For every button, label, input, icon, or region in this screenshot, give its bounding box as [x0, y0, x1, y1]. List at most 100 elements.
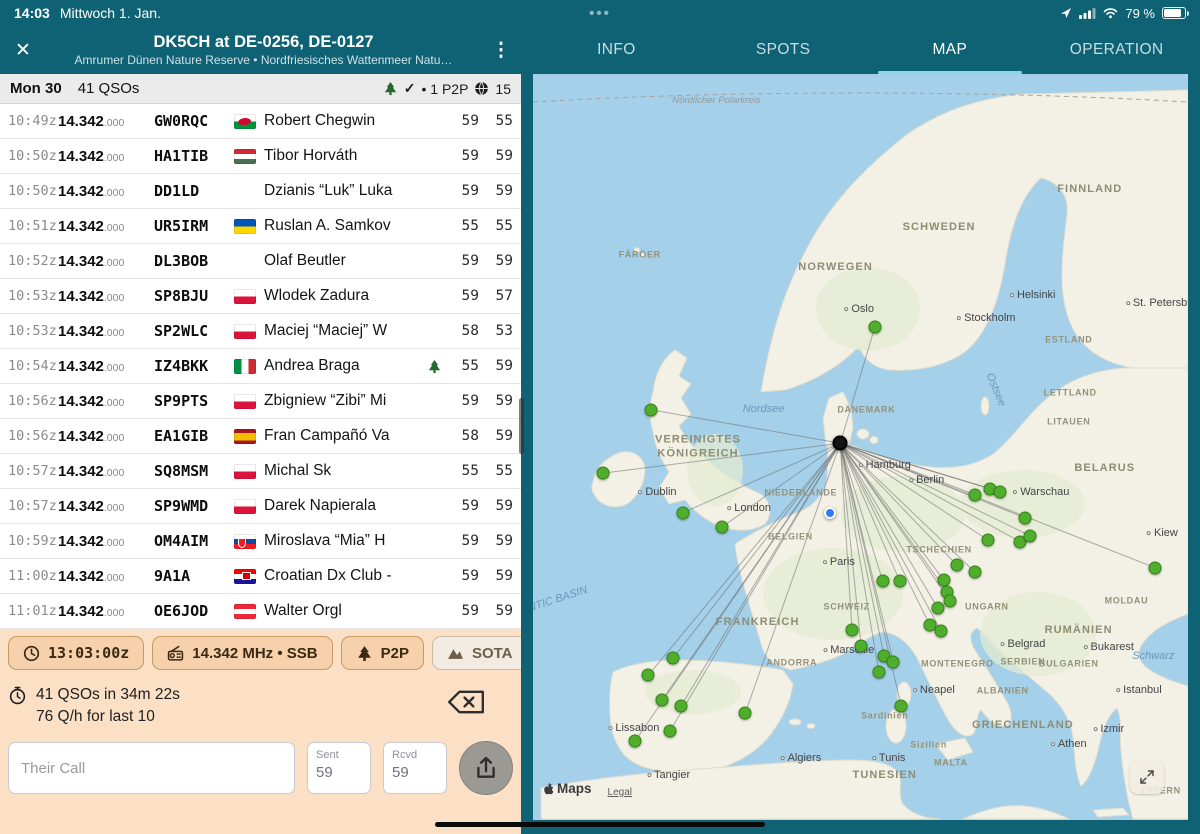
qso-time: 11:01z: [8, 603, 58, 619]
activation-origin-marker[interactable]: [833, 436, 848, 451]
sent-field[interactable]: Sent 59: [307, 742, 371, 794]
qso-marker[interactable]: [868, 320, 881, 333]
rcvd-field[interactable]: Rcvd 59: [383, 742, 447, 794]
home-indicator[interactable]: [435, 822, 765, 827]
qso-operator-name: Robert Chegwin: [264, 112, 427, 130]
rst-sent: 59: [447, 568, 479, 584]
rst-rcvd: 59: [479, 253, 513, 269]
legal-link[interactable]: Legal: [608, 787, 632, 798]
qso-marker[interactable]: [1018, 511, 1031, 524]
qso-marker[interactable]: [935, 625, 948, 638]
rst-sent: 59: [447, 148, 479, 164]
qso-marker[interactable]: [675, 699, 688, 712]
freq-mode-button[interactable]: 14.342 MHz • SSB: [152, 636, 332, 670]
tab-spots[interactable]: SPOTS: [700, 26, 867, 74]
qso-marker[interactable]: [656, 693, 669, 706]
qso-marker[interactable]: [895, 699, 908, 712]
dx-count: 15: [495, 81, 511, 97]
rst-sent: 55: [447, 218, 479, 234]
qso-marker[interactable]: [667, 652, 680, 665]
qso-marker[interactable]: [1149, 561, 1162, 574]
qso-marker[interactable]: [642, 669, 655, 682]
qso-operator-name: Croatian Dx Club -: [264, 567, 427, 585]
qso-row[interactable]: 10:56z 14.342.000 EA1GIB Fran Campañó Va…: [0, 419, 521, 454]
qso-callsign: DL3BOB: [154, 252, 234, 270]
backspace-button[interactable]: [447, 689, 485, 720]
country-flag-icon: [234, 394, 256, 409]
day-label: Mon 30: [10, 80, 62, 97]
rst-rcvd: 59: [479, 393, 513, 409]
qso-marker[interactable]: [845, 623, 858, 636]
fullscreen-button[interactable]: [1130, 760, 1164, 794]
qso-marker[interactable]: [982, 534, 995, 547]
qso-frequency: 14.342.000: [58, 253, 154, 270]
qso-frequency: 14.342.000: [58, 603, 154, 620]
tab-bar: INFO SPOTS MAP OPERATION: [533, 26, 1200, 74]
multitask-dots-icon[interactable]: •••: [589, 5, 611, 22]
qso-frequency: 14.342.000: [58, 358, 154, 375]
qso-marker[interactable]: [716, 520, 729, 533]
qso-row[interactable]: 10:57z 14.342.000 SP9WMD Darek Napierala…: [0, 489, 521, 524]
qso-frequency: 14.342.000: [58, 288, 154, 305]
kebab-menu-icon[interactable]: ⋮: [481, 39, 521, 62]
qso-marker[interactable]: [855, 640, 868, 653]
log-qso-button[interactable]: [459, 741, 513, 795]
qso-marker[interactable]: [937, 573, 950, 586]
qso-time: 10:50z: [8, 148, 58, 164]
qso-marker[interactable]: [644, 403, 657, 416]
qso-marker[interactable]: [969, 488, 982, 501]
qso-marker[interactable]: [629, 734, 642, 747]
qso-row[interactable]: 10:57z 14.342.000 SQ8MSM Michal Sk 55 55: [0, 454, 521, 489]
qso-marker[interactable]: [739, 707, 752, 720]
qso-marker[interactable]: [950, 558, 963, 571]
backspace-icon: [447, 689, 485, 715]
p2p-count: • 1 P2P: [421, 81, 468, 97]
qso-row[interactable]: 10:50z 14.342.000 DD1LD Dzianis “Luk” Lu…: [0, 174, 521, 209]
qso-row[interactable]: 11:00z 14.342.000 9A1A Croatian Dx Club …: [0, 559, 521, 594]
qso-row[interactable]: 10:50z 14.342.000 HA1TIB Tibor Horváth 5…: [0, 139, 521, 174]
qso-row[interactable]: 10:54z 14.342.000 IZ4BKK Andrea Braga 55…: [0, 349, 521, 384]
country-flag-icon: [234, 499, 256, 514]
mountain-icon: [447, 645, 464, 662]
qso-marker[interactable]: [676, 506, 689, 519]
qso-row[interactable]: 10:51z 14.342.000 UR5IRM Ruslan A. Samko…: [0, 209, 521, 244]
qso-row[interactable]: 11:01z 14.342.000 OE6JOD Walter Orgl 59 …: [0, 594, 521, 629]
map-view[interactable]: Nördlicher PolarkreisFINNLANDSCHWEDENNOR…: [533, 74, 1188, 820]
tab-operation[interactable]: OPERATION: [1033, 26, 1200, 74]
tab-info[interactable]: INFO: [533, 26, 700, 74]
cellular-signal-icon: [1079, 7, 1096, 19]
qso-marker[interactable]: [663, 725, 676, 738]
sota-button[interactable]: SOTA: [432, 636, 521, 670]
qso-marker[interactable]: [872, 666, 885, 679]
qso-time: 10:57z: [8, 463, 58, 479]
qso-row[interactable]: 10:49z 14.342.000 GW0RQC Robert Chegwin …: [0, 104, 521, 139]
rst-rcvd: 55: [479, 218, 513, 234]
qso-marker[interactable]: [887, 655, 900, 668]
app-header: ✕ DK5CH at DE-0256, DE-0127 Amrumer Düne…: [0, 26, 1200, 74]
qso-marker[interactable]: [931, 602, 944, 615]
qso-marker[interactable]: [969, 566, 982, 579]
time-button[interactable]: 13:03:00z: [8, 636, 144, 670]
qso-row[interactable]: 10:53z 14.342.000 SP2WLC Maciej “Maciej”…: [0, 314, 521, 349]
qso-marker[interactable]: [876, 575, 889, 588]
qso-marker[interactable]: [944, 594, 957, 607]
qso-marker[interactable]: [597, 467, 610, 480]
qso-row[interactable]: 10:53z 14.342.000 SP8BJU Wlodek Zadura 5…: [0, 279, 521, 314]
scrollbar[interactable]: [519, 398, 524, 454]
clock-icon: [23, 645, 40, 662]
qso-row[interactable]: 10:56z 14.342.000 SP9PTS Zbigniew “Zibi”…: [0, 384, 521, 419]
qso-time: 10:49z: [8, 113, 58, 129]
close-icon[interactable]: ✕: [0, 39, 46, 62]
qso-marker[interactable]: [893, 575, 906, 588]
tab-map[interactable]: MAP: [867, 26, 1034, 74]
rst-rcvd: 53: [479, 323, 513, 339]
qso-marker[interactable]: [1024, 529, 1037, 542]
sent-value: 59: [316, 764, 362, 781]
their-call-input[interactable]: [8, 742, 295, 794]
qso-callsign: SQ8MSM: [154, 462, 234, 480]
qso-frequency: 14.342.000: [58, 218, 154, 235]
qso-marker[interactable]: [994, 485, 1007, 498]
qso-row[interactable]: 10:52z 14.342.000 DL3BOB Olaf Beutler 59…: [0, 244, 521, 279]
qso-row[interactable]: 10:59z 14.342.000 OM4AIM Miroslava “Mia”…: [0, 524, 521, 559]
p2p-button[interactable]: P2P: [341, 636, 424, 670]
